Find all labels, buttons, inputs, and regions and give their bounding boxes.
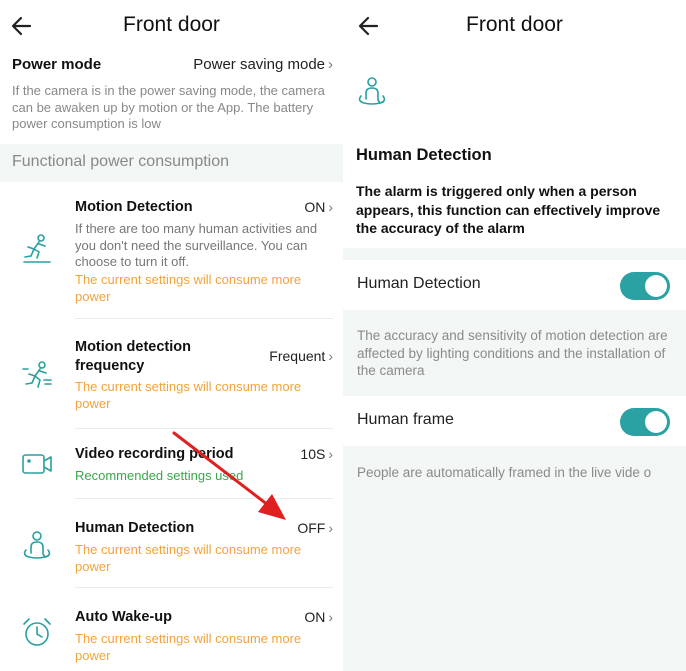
human-detection-label: Human Detection	[357, 275, 481, 292]
divider	[75, 498, 333, 499]
page-title: Front door	[466, 13, 563, 36]
sprint-person-icon	[22, 361, 52, 388]
human-frame-setting-row: Human frame	[343, 396, 686, 446]
item-warning-note: The current settings will consume more p…	[75, 542, 302, 574]
human-frame-note: People are automatically framed in the l…	[357, 465, 652, 480]
item-name: Motion detection frequency	[75, 339, 191, 374]
item-warning-note: The current settings will consume more p…	[75, 631, 302, 663]
page-title: Front door	[123, 13, 220, 36]
alarm-clock-icon	[23, 618, 51, 646]
chevron-right-icon: ›	[328, 609, 333, 625]
human-detection-toggle[interactable]	[620, 272, 670, 300]
human-frame-toggle[interactable]	[620, 408, 670, 436]
item-value: 10S ›	[300, 446, 333, 462]
item-value-text: 10S	[300, 446, 326, 462]
header: Front door	[0, 0, 343, 52]
item-value-text: ON	[304, 609, 326, 625]
item-warning-note: The current settings will consume more p…	[75, 379, 302, 411]
item-name: Video recording period	[75, 446, 234, 462]
video-camera-icon	[22, 454, 52, 474]
power-mode-description: If the camera is in the power saving mod…	[12, 83, 325, 131]
info-band: The accuracy and sensitivity of motion d…	[343, 310, 686, 396]
human-detection-screen: Front door Human Detection The alarm is …	[343, 0, 686, 671]
item-name: Motion Detection	[75, 199, 193, 215]
item-warning-note: The current settings will consume more p…	[75, 272, 302, 304]
item-value: OFF ›	[297, 520, 333, 536]
item-value-text: Frequent	[269, 348, 326, 364]
feature-heading: Human Detection	[356, 146, 492, 164]
toggle-knob	[645, 275, 667, 297]
section-header: Functional power consumption	[0, 144, 343, 182]
video-recording-row[interactable]: Video recording period 10S › Recommended …	[0, 438, 343, 496]
power-mode-value-text: Power saving mode	[193, 56, 325, 73]
motion-frequency-row[interactable]: Motion detection frequency Frequent › The…	[0, 330, 343, 425]
item-value: ON ›	[304, 199, 333, 215]
divider	[75, 428, 333, 429]
section-title: Functional power consumption	[12, 153, 230, 170]
item-description: If there are too many human activities a…	[75, 221, 318, 269]
chevron-right-icon: ›	[328, 348, 333, 364]
chevron-right-icon: ›	[328, 520, 333, 536]
running-person-icon	[23, 234, 51, 263]
human-detection-note: The accuracy and sensitivity of motion d…	[357, 328, 668, 378]
human-detection-setting-row: Human Detection	[343, 260, 686, 310]
motion-detection-row[interactable]: Motion Detection ON › If there are too ma…	[0, 190, 343, 315]
power-mode-value[interactable]: Power saving mode ›	[193, 56, 333, 73]
power-mode-label: Power mode	[12, 56, 102, 73]
item-value: ON ›	[304, 609, 333, 625]
human-detection-icon	[23, 531, 51, 559]
power-settings-screen: Front door Power mode Power saving mode ›…	[0, 0, 343, 671]
chevron-right-icon: ›	[328, 199, 333, 215]
human-detection-icon	[358, 77, 386, 105]
human-detection-row[interactable]: Human Detection OFF › The current setting…	[0, 511, 343, 583]
item-value-text: OFF	[297, 520, 326, 536]
divider	[75, 318, 333, 319]
auto-wakeup-row[interactable]: Auto Wake-up ON › The current settings wi…	[0, 600, 343, 670]
feature-description: The alarm is triggered only when a perso…	[356, 183, 661, 236]
divider	[75, 587, 333, 588]
spacer-band	[343, 248, 686, 260]
item-value: Frequent ›	[269, 348, 333, 364]
toggle-knob	[645, 411, 667, 433]
item-name: Human Detection	[75, 520, 195, 536]
chevron-right-icon: ›	[328, 56, 333, 73]
item-ok-note: Recommended settings used	[75, 468, 244, 483]
item-value-text: ON	[304, 199, 326, 215]
header: Front door	[343, 0, 686, 52]
info-band: People are automatically framed in the l…	[343, 446, 686, 671]
chevron-right-icon: ›	[328, 446, 333, 462]
human-frame-label: Human frame	[357, 411, 454, 428]
item-name: Auto Wake-up	[75, 609, 172, 625]
